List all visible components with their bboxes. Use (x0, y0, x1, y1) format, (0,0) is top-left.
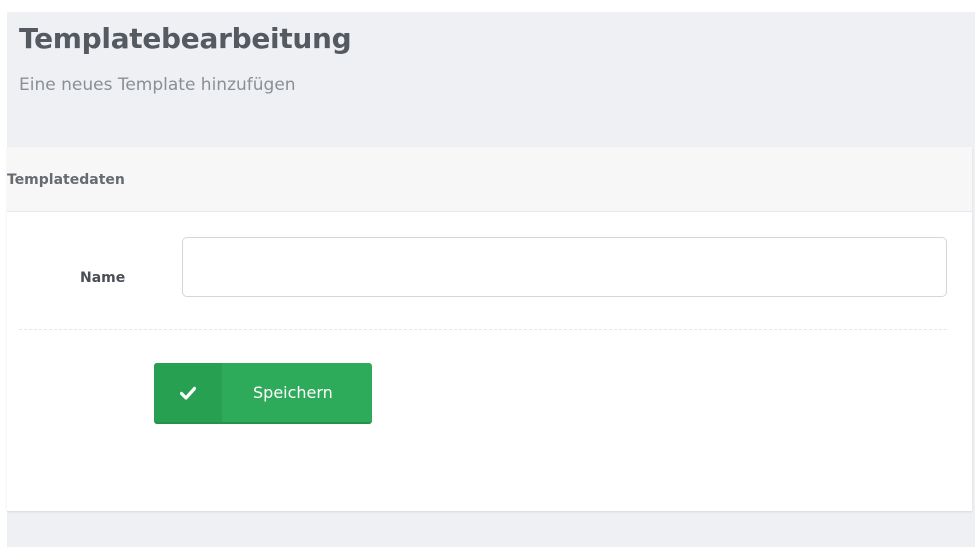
save-icon-container (154, 363, 222, 422)
page-title: Templatebearbeitung (19, 22, 352, 55)
save-button-label: Speichern (253, 383, 333, 402)
check-icon (180, 386, 196, 400)
template-data-panel: Templatedaten Name Speichern (7, 147, 972, 511)
form-divider (19, 329, 947, 330)
panel-title: Templatedaten (7, 172, 125, 188)
name-input[interactable] (182, 237, 947, 297)
content-area: Templatebearbeitung Eine neues Template … (7, 12, 975, 547)
save-button[interactable]: Speichern (154, 363, 372, 424)
page-subtitle: Eine neues Template hinzufügen (19, 75, 296, 95)
panel-heading: Templatedaten (7, 147, 972, 212)
name-label: Name (80, 270, 126, 286)
